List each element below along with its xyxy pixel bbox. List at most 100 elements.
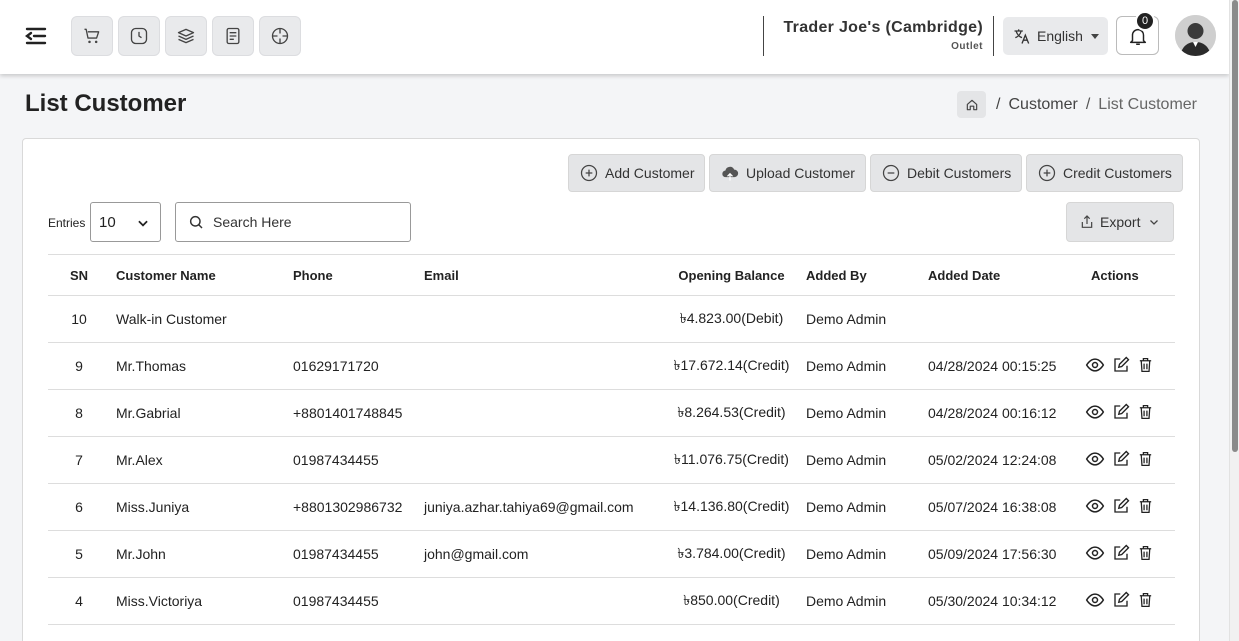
credit-customers-label: Credit Customers xyxy=(1063,165,1172,181)
edit-icon[interactable] xyxy=(1112,591,1130,612)
receipt-icon xyxy=(226,27,240,45)
add-customer-button[interactable]: Add Customer xyxy=(568,154,706,192)
col-opening-balance[interactable]: Opening Balance xyxy=(664,254,799,296)
view-icon[interactable] xyxy=(1085,543,1105,566)
page-title: List Customer xyxy=(25,90,187,117)
cell-email xyxy=(424,436,664,484)
edit-icon[interactable] xyxy=(1112,356,1130,377)
cell-customer-name: Miss.Juniya xyxy=(110,483,293,531)
scrollbar-thumb[interactable] xyxy=(1232,0,1238,452)
table-row[interactable]: 5 Mr.John 01987434455 john@gmail.com ৳3.784.… xyxy=(48,530,1175,578)
delete-icon[interactable] xyxy=(1137,591,1154,612)
delete-icon[interactable] xyxy=(1137,450,1154,471)
table-row[interactable]: 6 Miss.Juniya +8801302986732 juniya.azhar.t… xyxy=(48,483,1175,531)
col-email[interactable]: Email xyxy=(424,254,664,296)
cell-sn: 5 xyxy=(48,530,110,578)
view-icon[interactable] xyxy=(1085,402,1105,425)
col-sn[interactable]: SN xyxy=(48,254,110,296)
breadcrumb-home[interactable] xyxy=(957,91,987,118)
pos-cart-button[interactable] xyxy=(71,16,113,56)
cell-actions xyxy=(1079,389,1175,437)
breadcrumb-customer[interactable]: Customer xyxy=(1008,96,1077,114)
export-icon xyxy=(1081,215,1093,228)
col-actions: Actions xyxy=(1079,254,1175,296)
cell-phone xyxy=(293,295,424,343)
entries-select[interactable]: 10 xyxy=(90,202,161,242)
delete-icon[interactable] xyxy=(1137,544,1154,565)
search-input[interactable] xyxy=(213,214,403,230)
table-header-row: SN Customer Name Phone Email Opening Bal… xyxy=(48,254,1175,296)
col-added-by[interactable]: Added By xyxy=(799,254,921,296)
breadcrumb-current: List Customer xyxy=(1098,95,1197,113)
cell-email xyxy=(424,577,664,625)
menu-collapse-icon[interactable] xyxy=(24,24,48,48)
delete-icon[interactable] xyxy=(1137,497,1154,518)
edit-icon[interactable] xyxy=(1112,450,1130,471)
edit-icon[interactable] xyxy=(1112,497,1130,518)
debit-customers-button[interactable]: Debit Customers xyxy=(870,154,1023,192)
layers-icon xyxy=(177,28,195,44)
user-avatar[interactable] xyxy=(1175,15,1216,56)
entries-value: 10 xyxy=(99,213,116,231)
cell-sn: 9 xyxy=(48,342,110,390)
breadcrumb-separator: / xyxy=(1085,95,1091,113)
reports-button[interactable] xyxy=(212,16,254,56)
cell-opening-balance: ৳17.672.14(Credit) xyxy=(664,342,799,390)
view-icon[interactable] xyxy=(1085,590,1105,613)
table-row[interactable]: 10 Walk-in Customer ৳4.823.00(Debit) Demo A… xyxy=(48,295,1175,343)
translate-icon xyxy=(1014,29,1030,44)
edit-icon[interactable] xyxy=(1112,403,1130,424)
table-row[interactable]: 7 Mr.Alex 01987434455 ৳11.076.75(Credit) Dem… xyxy=(48,436,1175,484)
store-selector[interactable]: Trader Joe's (Cambridge) Outlet xyxy=(763,16,994,56)
entries-label: Entries xyxy=(48,216,86,230)
page-scrollbar[interactable] xyxy=(1229,0,1239,641)
search-icon xyxy=(189,215,203,229)
breadcrumb-separator: / xyxy=(996,95,1001,113)
col-customer-name[interactable]: Customer Name xyxy=(110,254,293,296)
cell-customer-name: Mr.John xyxy=(110,530,293,578)
plus-circle-icon xyxy=(580,164,598,182)
breadcrumb: / Customer / List Customer xyxy=(957,91,1197,118)
delete-icon[interactable] xyxy=(1137,403,1154,424)
view-icon[interactable] xyxy=(1085,496,1105,519)
export-dropdown[interactable]: Export xyxy=(1066,202,1174,242)
language-dropdown[interactable]: English xyxy=(1003,17,1108,55)
table-row[interactable]: 8 Mr.Gabrial +8801401748845 ৳8.264.53(Credi… xyxy=(48,389,1175,437)
upload-customer-button[interactable]: Upload Customer xyxy=(709,154,866,192)
cell-actions xyxy=(1079,342,1175,390)
cell-added-by: Demo Admin xyxy=(799,436,921,484)
view-icon[interactable] xyxy=(1085,355,1105,378)
cell-added-date: 05/09/2024 17:56:30 xyxy=(921,530,1079,578)
cell-added-date: 04/28/2024 00:16:12 xyxy=(921,389,1079,437)
chevron-down-icon xyxy=(138,220,148,227)
cell-added-by: Demo Admin xyxy=(799,530,921,578)
cell-added-by: Demo Admin xyxy=(799,483,921,531)
col-added-date[interactable]: Added Date xyxy=(921,254,1079,296)
cell-opening-balance: ৳14.136.80(Credit) xyxy=(664,483,799,531)
cell-phone: 01987434455 xyxy=(293,577,424,625)
add-customer-label: Add Customer xyxy=(605,165,695,181)
view-icon[interactable] xyxy=(1085,449,1105,472)
edit-icon[interactable] xyxy=(1112,544,1130,565)
stock-layers-button[interactable] xyxy=(165,16,207,56)
customer-table: SN Customer Name Phone Email Opening Bal… xyxy=(48,254,1175,625)
table-row[interactable]: 9 Mr.Thomas 01629171720 ৳17.672.14(Credit) D… xyxy=(48,342,1175,390)
credit-customers-button[interactable]: Credit Customers xyxy=(1026,154,1183,192)
cell-added-date: 05/02/2024 12:24:08 xyxy=(921,436,1079,484)
cell-opening-balance: ৳8.264.53(Credit) xyxy=(664,389,799,437)
table-row[interactable]: 4 Miss.Victoriya 01987434455 ৳850.00(Credit… xyxy=(48,577,1175,625)
search-box xyxy=(175,202,411,242)
cell-customer-name: Mr.Gabrial xyxy=(110,389,293,437)
export-label: Export xyxy=(1100,214,1141,230)
cell-added-by: Demo Admin xyxy=(799,295,921,343)
col-phone[interactable]: Phone xyxy=(293,254,424,296)
cell-customer-name: Mr.Alex xyxy=(110,436,293,484)
cell-added-by: Demo Admin xyxy=(799,342,921,390)
cell-email xyxy=(424,389,664,437)
cell-sn: 10 xyxy=(48,295,110,343)
history-button[interactable] xyxy=(118,16,160,56)
cell-added-date: 05/30/2024 10:34:12 xyxy=(921,577,1079,625)
dashboard-button[interactable] xyxy=(259,16,301,56)
delete-icon[interactable] xyxy=(1137,356,1154,377)
debit-customers-label: Debit Customers xyxy=(907,165,1012,181)
